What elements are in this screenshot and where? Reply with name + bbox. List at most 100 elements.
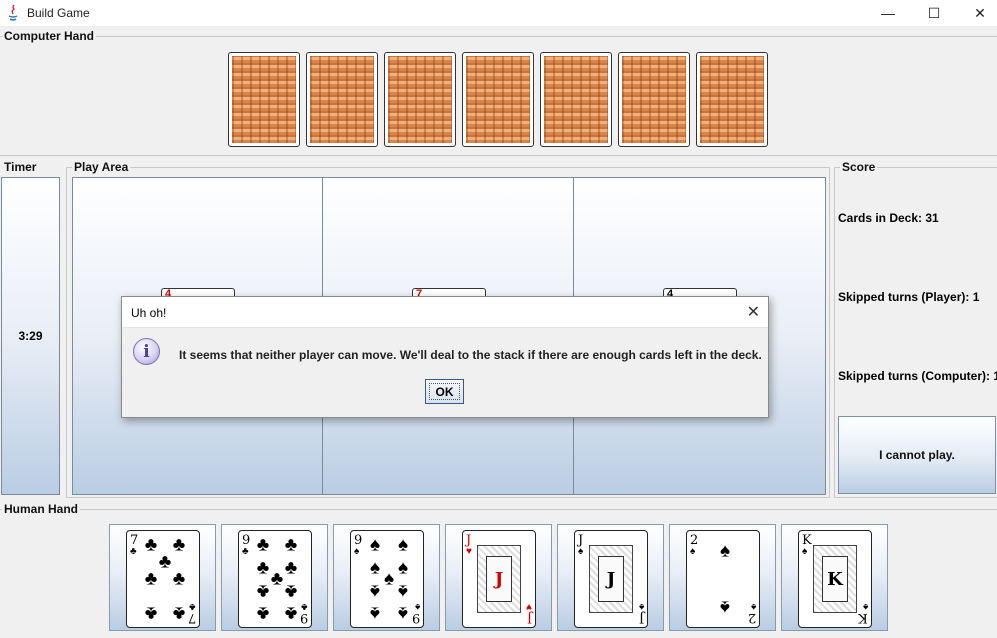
spade-icon: ♠ [354, 546, 360, 557]
play-area-border-top [66, 167, 830, 168]
club-icon: ♣ [284, 602, 298, 624]
human-card-9-clubs[interactable]: 9 ♣ 9 ♣ ♣ ♣ ♣ ♣ ♣ ♣ ♣ ♣ ♣ [221, 524, 328, 631]
human-card-9-spades[interactable]: 9 ♠ 9 ♠ ♠ ♠ ♠ ♠ ♠ ♠ ♠ ♠ ♠ [333, 524, 440, 631]
king-figure-icon: K [822, 556, 848, 602]
card-rank: K [858, 610, 868, 625]
card-rank: 9 [299, 610, 308, 625]
club-icon: ♣ [144, 568, 158, 590]
computer-card-back [618, 52, 690, 147]
dialog-close-icon[interactable]: ✕ [747, 302, 760, 322]
timer-panel: 3:29 [1, 177, 60, 495]
club-icon: ♣ [144, 602, 158, 624]
timer-value: 3:29 [18, 329, 43, 343]
club-icon: ♣ [189, 601, 196, 612]
heart-icon: ♥ [526, 601, 532, 612]
human-hand-label: Human Hand [2, 502, 81, 516]
human-card-jack-spades[interactable]: J ♠ J ♠ J [557, 524, 664, 631]
cards-in-deck: Cards in Deck: 31 [838, 211, 939, 225]
spade-icon: ♠ [397, 580, 409, 602]
dialog-message: It seems that neither player can move. W… [179, 348, 762, 362]
club-icon: ♣ [270, 568, 284, 590]
minimize-button[interactable]: — [865, 0, 911, 26]
spade-icon: ♠ [369, 580, 381, 602]
play-area-border-left [66, 167, 67, 498]
spade-icon: ♠ [719, 540, 731, 562]
club-icon: ♣ [284, 557, 298, 579]
computer-card-back [384, 52, 456, 147]
heart-icon: ♥ [466, 546, 472, 557]
ok-button[interactable]: OK [425, 379, 464, 404]
club-icon: ♣ [301, 601, 308, 612]
club-icon: ♣ [256, 602, 270, 624]
spade-icon: ♠ [862, 601, 868, 612]
human-card-king-spades[interactable]: K ♠ K ♠ K [781, 524, 888, 631]
card-rank: J [526, 610, 532, 625]
dialog-titlebar: Uh oh! ✕ [122, 297, 768, 328]
spade-icon: ♠ [690, 546, 696, 557]
club-icon: ♣ [144, 534, 158, 556]
club-icon: ♣ [256, 534, 270, 556]
computer-card-back [696, 52, 768, 147]
maximize-button[interactable]: ☐ [911, 0, 957, 26]
spade-icon: ♠ [369, 557, 381, 579]
spade-icon: ♠ [750, 601, 756, 612]
spade-icon: ♠ [578, 546, 584, 557]
spade-icon: ♠ [397, 602, 409, 624]
spade-icon: ♠ [719, 596, 731, 618]
jack-court-figure: J [477, 545, 521, 613]
club-icon: ♣ [172, 602, 186, 624]
club-icon: ♣ [172, 534, 186, 556]
spade-icon: ♠ [383, 568, 395, 590]
club-icon: ♣ [284, 580, 298, 602]
spade-icon: ♠ [369, 534, 381, 556]
computer-card-back [306, 52, 378, 147]
jack-figure-icon: J [598, 556, 624, 602]
card-rank: 7 [187, 610, 196, 625]
spade-icon: ♠ [369, 602, 381, 624]
club-icon: ♣ [242, 546, 249, 557]
club-icon: ♣ [256, 557, 270, 579]
computer-card-back [228, 52, 300, 147]
play-area-border-bottom [66, 497, 830, 498]
club-icon: ♣ [158, 551, 172, 573]
spade-icon: ♠ [397, 557, 409, 579]
club-icon: ♣ [172, 568, 186, 590]
computer-hand-border [0, 36, 997, 37]
club-icon: ♣ [284, 534, 298, 556]
card-rank: 2 [747, 610, 756, 625]
human-card-jack-hearts[interactable]: J ♥ J ♥ J [445, 524, 552, 631]
card-rank: J [638, 610, 644, 625]
club-icon: ♣ [256, 580, 270, 602]
spade-icon: ♠ [802, 546, 808, 557]
jack-figure-icon: J [486, 556, 512, 602]
timer-label: Timer [2, 160, 39, 174]
club-icon: ♣ [130, 546, 137, 557]
uh-oh-dialog: Uh oh! ✕ i It seems that neither player … [121, 296, 769, 418]
computer-hand-bottom-border [0, 155, 997, 156]
score-border-left [834, 167, 835, 498]
score-label: Score [840, 160, 878, 174]
human-card-7-clubs[interactable]: 7 ♣ 7 ♣ ♣ ♣ ♣ ♣ ♣ ♣ ♣ [109, 524, 216, 631]
spade-icon: ♠ [638, 601, 644, 612]
java-app-icon [5, 5, 21, 21]
cannot-play-button[interactable]: I cannot play. [838, 416, 996, 494]
card-rank: 9 [411, 610, 420, 625]
computer-card-back [462, 52, 534, 147]
skipped-turns-player: Skipped turns (Player): 1 [838, 290, 980, 304]
human-card-2-spades[interactable]: 2 ♠ 2 ♠ ♠ ♠ [669, 524, 776, 631]
window-titlebar: Build Game — ☐ ✕ [0, 0, 997, 26]
score-border-bottom [834, 497, 997, 498]
computer-hand-label: Computer Hand [2, 29, 96, 43]
play-area-border-right [829, 167, 830, 498]
window-title: Build Game [27, 6, 90, 20]
close-window-button[interactable]: ✕ [957, 0, 997, 26]
info-icon: i [133, 338, 160, 365]
dialog-title: Uh oh! [131, 306, 167, 320]
play-area-label: Play Area [72, 160, 131, 174]
king-court-figure: K [813, 545, 857, 613]
human-hand-border [0, 509, 997, 510]
jack-court-figure: J [589, 545, 633, 613]
computer-card-back [540, 52, 612, 147]
skipped-turns-computer: Skipped turns (Computer): 1 [838, 369, 997, 383]
spade-icon: ♠ [414, 601, 420, 612]
